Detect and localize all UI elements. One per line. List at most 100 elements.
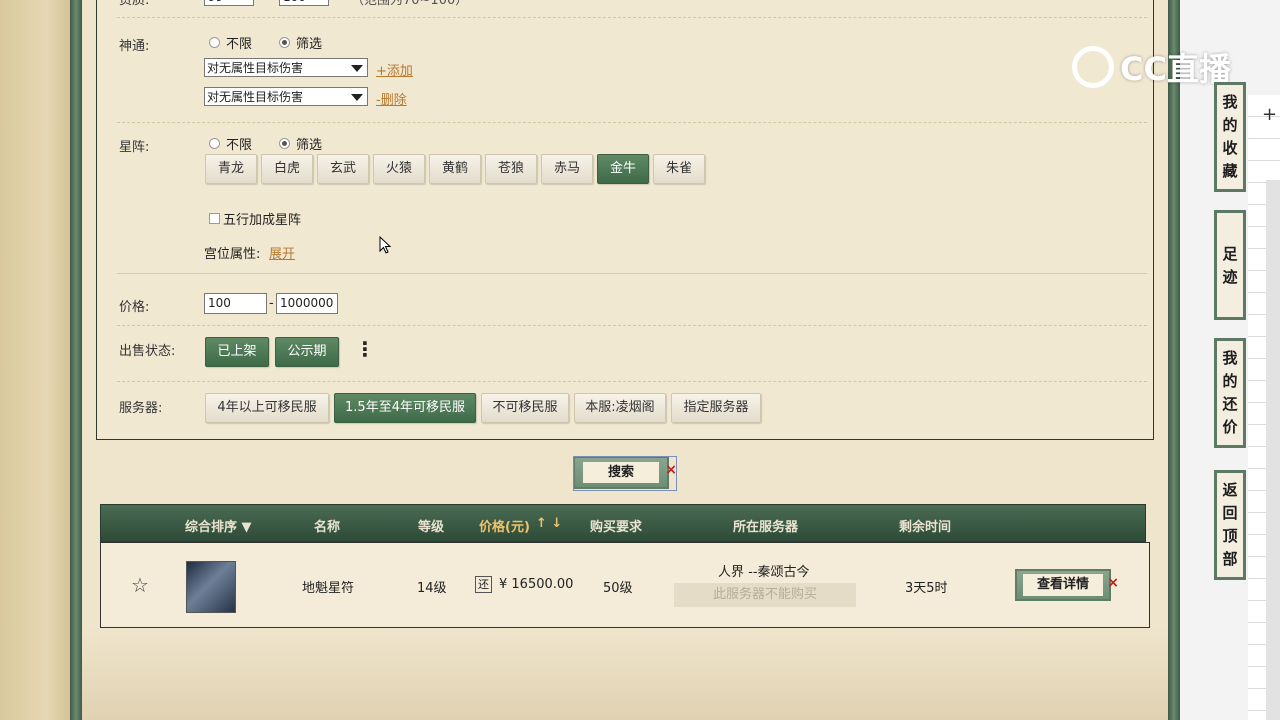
- cc-live-watermark: CC直播: [1072, 44, 1231, 90]
- side-tab-label: 我的还价: [1222, 349, 1238, 436]
- sort-header[interactable]: 综合排序 ▼: [185, 516, 252, 535]
- radio-label: 不限: [226, 37, 253, 52]
- server-chip[interactable]: 本服:凌烟阁: [574, 393, 666, 423]
- bargain-badge-icon: 还: [475, 576, 492, 593]
- price-max-input[interactable]: 1000000: [276, 293, 338, 314]
- shentong-select-1[interactable]: 对无属性目标伤害: [204, 58, 368, 77]
- search-button[interactable]: 搜索 ×: [573, 456, 677, 491]
- divider: [117, 325, 1147, 326]
- radio-dot: [209, 37, 220, 48]
- radio-dot: [279, 138, 290, 149]
- item-name: 地魁星符: [302, 581, 355, 596]
- gongwei-expand-link[interactable]: 展开: [269, 243, 295, 262]
- item-avatar: [186, 561, 236, 613]
- server-restriction-note: 此服务器不能购买: [674, 583, 856, 607]
- shentong-any-radio[interactable]: 不限: [209, 33, 252, 52]
- dropdown-caret-icon: [351, 94, 363, 101]
- radio-dot: [209, 138, 220, 149]
- side-tab-label: 我的收藏: [1222, 93, 1238, 180]
- side-tab-label: 返回顶部: [1222, 481, 1238, 568]
- zizhi-range-hint: （范围为70~100）: [351, 0, 469, 8]
- more-options-icon[interactable]: ⋮: [355, 337, 375, 361]
- xingzhen-any-radio[interactable]: 不限: [209, 134, 252, 153]
- remaining-header: 剩余时间: [899, 520, 952, 535]
- plus-icon[interactable]: +: [1262, 104, 1277, 125]
- divider: [117, 273, 1147, 274]
- divider: [117, 17, 1147, 18]
- price-header[interactable]: 价格(元): [479, 516, 530, 535]
- shentong-label: 神通:: [119, 39, 150, 54]
- filter-panel: 资质: 99 % 100 % （范围为70~100） 神通: 不限 筛选 对无属…: [96, 0, 1154, 440]
- zizhi-unit: %: [259, 0, 271, 4]
- xingzhen-chip[interactable]: 朱雀: [653, 154, 705, 184]
- xingzhen-chip[interactable]: 赤马: [541, 154, 593, 184]
- select-value: 对无属性目标伤害: [207, 61, 304, 75]
- status-chip-listed[interactable]: 已上架: [205, 337, 269, 367]
- dropdown-caret-icon: [351, 65, 363, 72]
- price-label: 价格:: [119, 300, 150, 315]
- server-chip[interactable]: 4年以上可移民服: [205, 393, 329, 423]
- close-icon: ×: [665, 462, 677, 478]
- cc-logo-icon: [1072, 46, 1114, 88]
- xingzhen-label: 星阵:: [119, 140, 150, 155]
- results-table-header: 综合排序 ▼ 名称 等级 价格(元) ↑ ↓ 购买要求 所在服务器 剩余时间: [100, 504, 1146, 542]
- star-favorite-icon[interactable]: ☆: [131, 573, 149, 597]
- xingzhen-chip[interactable]: 苍狼: [485, 154, 537, 184]
- server-chip[interactable]: 指定服务器: [671, 393, 761, 423]
- close-icon: ×: [1107, 575, 1119, 591]
- divider: [117, 122, 1147, 123]
- price-sort-arrows-icon[interactable]: ↑ ↓: [536, 516, 562, 531]
- server-chip[interactable]: 不可移民服: [481, 393, 569, 423]
- radio-label: 不限: [226, 138, 253, 153]
- add-shentong-link[interactable]: +添加: [376, 60, 413, 79]
- item-buy-req: 50级: [603, 581, 633, 596]
- server-chip[interactable]: 1.5年至4年可移民服: [334, 393, 476, 423]
- sale-status-label: 出售状态:: [119, 344, 176, 359]
- mouse-cursor-icon: [379, 236, 392, 254]
- landscape-decoration: [82, 628, 1168, 720]
- checkbox-box: [209, 213, 220, 224]
- right-frame-border: [1168, 0, 1180, 720]
- view-detail-label: 查看详情: [1023, 574, 1103, 596]
- server-label: 服务器:: [119, 401, 163, 416]
- left-decoration: [0, 0, 78, 720]
- xingzhen-filter-radio[interactable]: 筛选: [279, 134, 322, 153]
- radio-dot: [279, 37, 290, 48]
- xingzhen-chip[interactable]: 青龙: [205, 154, 257, 184]
- wuxing-checkbox[interactable]: 五行加成星阵: [209, 209, 301, 228]
- side-tab-back-to-top[interactable]: 返回顶部: [1214, 470, 1246, 580]
- radio-label: 筛选: [296, 37, 323, 52]
- side-tab-favorites[interactable]: 我的收藏: [1214, 82, 1246, 192]
- side-tab-my-bargains[interactable]: 我的还价: [1214, 338, 1246, 448]
- xingzhen-chip[interactable]: 火猿: [373, 154, 425, 184]
- status-chip-public[interactable]: 公示期: [275, 337, 339, 367]
- search-button-label: 搜索: [583, 462, 659, 483]
- buy-req-header: 购买要求: [590, 520, 643, 535]
- remove-shentong-link[interactable]: -删除: [376, 89, 407, 108]
- zizhi-max-input[interactable]: 100: [279, 0, 329, 6]
- right-scrollbar[interactable]: [1266, 180, 1280, 720]
- zizhi-min-input[interactable]: 99: [204, 0, 254, 6]
- side-tab-footprints[interactable]: 足迹: [1214, 210, 1246, 320]
- view-detail-button[interactable]: 查看详情 ×: [1015, 569, 1119, 601]
- zizhi-label: 资质:: [119, 0, 150, 8]
- checkbox-label: 五行加成星阵: [223, 213, 302, 228]
- xingzhen-chip[interactable]: 白虎: [261, 154, 313, 184]
- xingzhen-chip[interactable]: 金牛: [597, 154, 649, 184]
- side-tab-label: 足迹: [1222, 245, 1238, 286]
- divider: [117, 381, 1147, 382]
- shentong-filter-radio[interactable]: 筛选: [279, 33, 322, 52]
- shentong-select-2[interactable]: 对无属性目标伤害: [204, 87, 368, 106]
- price-min-input[interactable]: 100: [204, 293, 267, 314]
- server-header: 所在服务器: [733, 520, 799, 535]
- left-frame-border: [70, 0, 82, 720]
- xingzhen-chip[interactable]: 黄鹤: [429, 154, 481, 184]
- name-header: 名称: [314, 520, 341, 535]
- table-row: ☆ 地魁星符 14级 还 ¥ 16500.00 50级 人界 --秦颂古今 此服…: [100, 542, 1150, 628]
- price-separator: -: [269, 296, 274, 311]
- radio-label: 筛选: [296, 138, 323, 153]
- item-level: 14级: [417, 581, 447, 596]
- xingzhen-chip[interactable]: 玄武: [317, 154, 369, 184]
- item-server: 人界 --秦颂古今: [718, 565, 810, 580]
- main-content: 资质: 99 % 100 % （范围为70~100） 神通: 不限 筛选 对无属…: [82, 0, 1168, 720]
